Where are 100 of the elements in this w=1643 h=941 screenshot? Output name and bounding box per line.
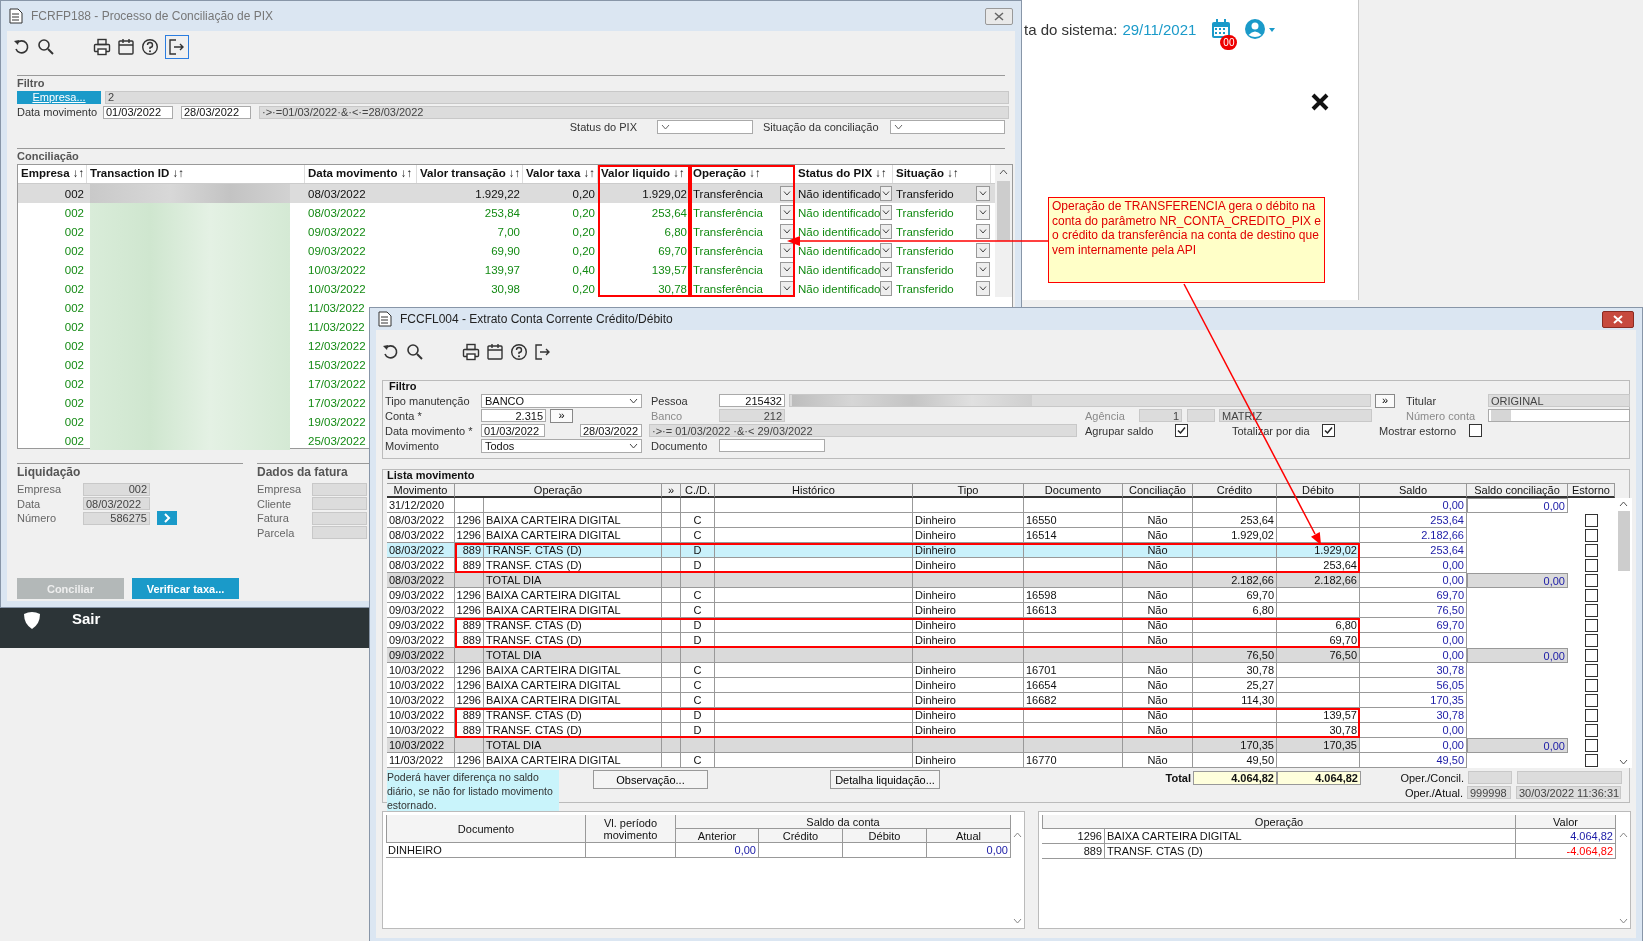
- checkbox[interactable]: [1175, 424, 1188, 437]
- scroll-down-icon[interactable]: [1013, 918, 1022, 924]
- scrollbar[interactable]: [1615, 498, 1632, 768]
- dropdown-field[interactable]: Transferência: [690, 260, 795, 279]
- company-field[interactable]: 2: [105, 90, 1009, 104]
- checkbox[interactable]: [1585, 574, 1598, 587]
- column-header[interactable]: Valor: [1516, 815, 1616, 829]
- checkbox[interactable]: [1585, 529, 1598, 542]
- checkbox[interactable]: [1585, 634, 1598, 647]
- dropdown-field[interactable]: [890, 120, 1005, 134]
- help-icon[interactable]: [141, 38, 159, 56]
- table-row[interactable]: 09/03/2022 889 TRANSF. CTAS (D) D Dinheiro Não 6,80 69,70: [387, 618, 1615, 633]
- column-header[interactable]: Status do PIX ↓↑: [795, 165, 893, 183]
- text-field[interactable]: 215432: [719, 394, 785, 407]
- checkbox[interactable]: [1322, 424, 1335, 437]
- dropdown-field[interactable]: Não identificado: [795, 184, 893, 203]
- text-field[interactable]: [312, 497, 367, 511]
- dropdown-button[interactable]: [976, 186, 990, 201]
- dropdown-field[interactable]: Transferido: [893, 184, 991, 203]
- dropdown-button[interactable]: [976, 224, 990, 239]
- checkbox[interactable]: [1585, 604, 1598, 617]
- dropdown-button[interactable]: [880, 205, 892, 220]
- search-icon[interactable]: [406, 343, 424, 361]
- table-row[interactable]: 11/03/2022 1296 BAIXA CARTEIRA DIGITAL C Dinheiro 16770 Não 49,50 49,50: [387, 753, 1615, 768]
- dropdown-field[interactable]: Transferência: [690, 184, 795, 203]
- dropdown-field[interactable]: Transferido: [893, 203, 991, 222]
- column-header[interactable]: Operação: [1042, 815, 1516, 829]
- dropdown-button[interactable]: [780, 243, 794, 258]
- column-header[interactable]: Vl. período movimento: [586, 815, 676, 843]
- text-field[interactable]: [1468, 771, 1512, 784]
- scroll-up-icon[interactable]: [1619, 501, 1628, 507]
- column-header[interactable]: Valor taxa ↓↑: [523, 165, 598, 183]
- checkbox[interactable]: [1585, 664, 1598, 677]
- checkbox[interactable]: [1585, 649, 1598, 662]
- search-icon[interactable]: [37, 38, 55, 56]
- calendar-icon[interactable]: [1210, 18, 1233, 40]
- dropdown-field[interactable]: Transferido: [893, 222, 991, 241]
- calendar-icon[interactable]: [486, 343, 504, 361]
- text-field[interactable]: [312, 526, 367, 540]
- column-header[interactable]: Débito: [843, 829, 927, 843]
- checkbox[interactable]: [1585, 694, 1598, 707]
- date-field[interactable]: 28/03/2022: [181, 105, 251, 119]
- table-row[interactable]: 08/03/2022 889 TRANSF. CTAS (D) D Dinheiro Não 1.929,02 253,64: [387, 543, 1615, 558]
- dropdown-field[interactable]: Transferência: [690, 241, 795, 260]
- text-field[interactable]: 999998: [1467, 786, 1511, 799]
- dropdown-field[interactable]: Não identificado: [795, 279, 893, 298]
- dropdown-field[interactable]: Transferência: [690, 203, 795, 222]
- dropdown-button[interactable]: [976, 262, 990, 277]
- table-row[interactable]: 10/03/2022 889 TRANSF. CTAS (D) D Dinheiro Não 139,57 30,78: [387, 708, 1615, 723]
- scroll-down-icon[interactable]: [1619, 759, 1628, 765]
- table-row[interactable]: 08/03/2022 1296 BAIXA CARTEIRA DIGITAL C Dinheiro 16550 Não 253,64 253,64: [387, 513, 1615, 528]
- text-field[interactable]: [1488, 409, 1630, 422]
- column-header[interactable]: Operação: [455, 483, 662, 498]
- column-header[interactable]: Saldo conciliação: [1467, 483, 1568, 498]
- dropdown-button[interactable]: [976, 205, 990, 220]
- date-field[interactable]: 28/03/2022: [580, 424, 642, 437]
- text-field[interactable]: ORIGINAL: [1488, 394, 1630, 407]
- column-header[interactable]: Situação ↓↑: [893, 165, 991, 183]
- dropdown-button[interactable]: [880, 186, 892, 201]
- column-header[interactable]: »: [662, 483, 681, 498]
- text-field[interactable]: 30/03/2022 11:36:31: [1516, 786, 1621, 799]
- column-header[interactable]: Tipo: [913, 483, 1024, 498]
- text-field[interactable]: 586275: [83, 511, 150, 525]
- column-header[interactable]: Transaction ID ↓↑: [87, 165, 305, 183]
- checkbox[interactable]: [1585, 619, 1598, 632]
- calendar-icon[interactable]: [117, 38, 135, 56]
- text-field[interactable]: [312, 482, 367, 496]
- checkbox[interactable]: [1585, 679, 1598, 692]
- menu-item[interactable]: Sair: [72, 610, 101, 627]
- printer-icon[interactable]: [462, 343, 480, 361]
- text-field[interactable]: [1187, 409, 1215, 422]
- table-row[interactable]: 10/03/2022 1296 BAIXA CARTEIRA DIGITAL C Dinheiro 16701 Não 30,78 30,78: [387, 663, 1615, 678]
- scroll-up-icon[interactable]: [999, 169, 1008, 175]
- dropdown-button[interactable]: [880, 262, 892, 277]
- column-header[interactable]: Valor transação ↓↑: [417, 165, 523, 183]
- table-row[interactable]: 09/03/2022 889 TRANSF. CTAS (D) D Dinheiro Não 69,70 0,00: [387, 633, 1615, 648]
- exit-button[interactable]: [165, 35, 189, 59]
- text-field[interactable]: [719, 439, 825, 452]
- text-field[interactable]: 002: [83, 482, 150, 496]
- dropdown-field[interactable]: Todos: [481, 438, 642, 453]
- scroll-up-icon[interactable]: [1013, 832, 1022, 838]
- column-header[interactable]: Documento: [386, 815, 586, 843]
- dropdown-field[interactable]: BANCO: [481, 393, 642, 408]
- column-header[interactable]: Movimento: [387, 483, 455, 498]
- exit-icon[interactable]: [534, 343, 552, 361]
- checkbox[interactable]: [1585, 544, 1598, 557]
- column-header[interactable]: Anterior: [676, 829, 759, 843]
- expression-field[interactable]: ·>·= 01/03/2022 ·&·< 29/03/2022: [649, 424, 1077, 437]
- column-header[interactable]: Valor liquido ↓↑: [598, 165, 690, 183]
- dropdown-button[interactable]: [976, 281, 990, 296]
- column-header[interactable]: Saldo da conta: [676, 815, 1011, 829]
- checkbox[interactable]: [1585, 589, 1598, 602]
- dropdown-field[interactable]: Transferência: [690, 222, 795, 241]
- checkbox[interactable]: [1585, 724, 1598, 737]
- text-field[interactable]: 08/03/2022: [83, 497, 150, 511]
- checkbox[interactable]: [1585, 739, 1598, 752]
- expression-field[interactable]: ·>·=01/03/2022·&·<·=28/03/2022: [259, 105, 1009, 119]
- column-header[interactable]: Crédito: [1193, 483, 1277, 498]
- dropdown-button[interactable]: [880, 224, 892, 239]
- scrollbar[interactable]: [995, 165, 1012, 297]
